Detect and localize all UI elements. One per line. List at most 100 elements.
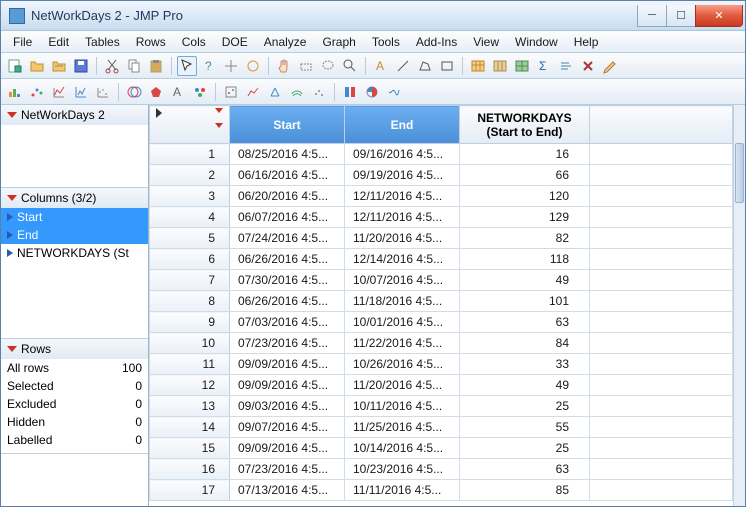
cell-blank[interactable]	[590, 333, 733, 354]
row-number[interactable]: 14	[150, 417, 230, 438]
help-tool-icon[interactable]: ?	[199, 56, 219, 76]
brush-tool-icon[interactable]	[296, 56, 316, 76]
col-disclosure-icon[interactable]	[215, 108, 223, 113]
window-minimize-button[interactable]: ─	[637, 5, 667, 27]
menu-cols[interactable]: Cols	[174, 33, 214, 51]
cell-networkdays[interactable]: 33	[460, 354, 590, 375]
scatterplot-3d-icon[interactable]	[265, 82, 285, 102]
menu-analyze[interactable]: Analyze	[256, 33, 315, 51]
menu-edit[interactable]: Edit	[40, 33, 77, 51]
cell-start[interactable]: 09/09/2016 4:5...	[230, 354, 345, 375]
table-row[interactable]: 1007/23/2016 4:5...11/22/2016 4:5...84	[150, 333, 733, 354]
table-row[interactable]: 806/26/2016 4:5...11/18/2016 4:5...101	[150, 291, 733, 312]
scatter-icon[interactable]	[27, 82, 47, 102]
cell-end[interactable]: 11/20/2016 4:5...	[345, 228, 460, 249]
new-table-icon[interactable]	[5, 56, 25, 76]
control-chart-icon[interactable]	[384, 82, 404, 102]
table-row[interactable]: 606/26/2016 4:5...12/14/2016 4:5...118	[150, 249, 733, 270]
column-header-end[interactable]: End	[345, 106, 460, 144]
cell-end[interactable]: 11/11/2016 4:5...	[345, 480, 460, 501]
row-number[interactable]: 6	[150, 249, 230, 270]
bubble-plot-icon[interactable]	[243, 82, 263, 102]
crosshair-tool-icon[interactable]	[221, 56, 241, 76]
row-stat[interactable]: All rows100	[1, 359, 148, 377]
cell-blank[interactable]	[590, 459, 733, 480]
row-number[interactable]: 15	[150, 438, 230, 459]
copy-icon[interactable]	[124, 56, 144, 76]
mixture-icon[interactable]	[362, 82, 382, 102]
cell-end[interactable]: 12/11/2016 4:5...	[345, 186, 460, 207]
cell-blank[interactable]	[590, 165, 733, 186]
cell-start[interactable]: 07/13/2016 4:5...	[230, 480, 345, 501]
excerpt-icon[interactable]	[556, 56, 576, 76]
cell-start[interactable]: 08/25/2016 4:5...	[230, 144, 345, 165]
line-tool-icon[interactable]	[393, 56, 413, 76]
cell-networkdays[interactable]: 63	[460, 459, 590, 480]
cell-blank[interactable]	[590, 312, 733, 333]
annotate-icon[interactable]: A	[371, 56, 391, 76]
column-header-blank[interactable]	[590, 106, 733, 144]
cell-start[interactable]: 06/16/2016 4:5...	[230, 165, 345, 186]
table-icon[interactable]	[468, 56, 488, 76]
graph-builder-icon[interactable]	[221, 82, 241, 102]
cell-start[interactable]: 07/23/2016 4:5...	[230, 459, 345, 480]
cell-blank[interactable]	[590, 417, 733, 438]
cell-networkdays[interactable]: 55	[460, 417, 590, 438]
cell-end[interactable]: 10/23/2016 4:5...	[345, 459, 460, 480]
rows-pane-header[interactable]: Rows	[1, 339, 148, 359]
cluster-icon[interactable]	[190, 82, 210, 102]
cell-end[interactable]: 10/11/2016 4:5...	[345, 396, 460, 417]
row-number[interactable]: 1	[150, 144, 230, 165]
cell-blank[interactable]	[590, 354, 733, 375]
row-number[interactable]: 4	[150, 207, 230, 228]
menu-window[interactable]: Window	[507, 33, 566, 51]
table-row[interactable]: 907/03/2016 4:5...10/01/2016 4:5...63	[150, 312, 733, 333]
cell-start[interactable]: 07/03/2016 4:5...	[230, 312, 345, 333]
cell-start[interactable]: 09/07/2016 4:5...	[230, 417, 345, 438]
row-number[interactable]: 17	[150, 480, 230, 501]
cell-end[interactable]: 11/25/2016 4:5...	[345, 417, 460, 438]
polygon-tool-icon[interactable]	[415, 56, 435, 76]
hand-tool-icon[interactable]	[274, 56, 294, 76]
cell-start[interactable]: 06/26/2016 4:5...	[230, 291, 345, 312]
table-row[interactable]: 1707/13/2016 4:5...11/11/2016 4:5...85	[150, 480, 733, 501]
table-row[interactable]: 1409/07/2016 4:5...11/25/2016 4:5...55	[150, 417, 733, 438]
tabulate-icon[interactable]	[71, 82, 91, 102]
cell-blank[interactable]	[590, 291, 733, 312]
cell-end[interactable]: 12/11/2016 4:5...	[345, 207, 460, 228]
row-number[interactable]: 9	[150, 312, 230, 333]
corner-header[interactable]	[150, 106, 230, 144]
column-item[interactable]: End	[1, 226, 148, 244]
distribution-icon[interactable]	[5, 82, 25, 102]
row-stat[interactable]: Labelled0	[1, 431, 148, 449]
cell-start[interactable]: 06/07/2016 4:5...	[230, 207, 345, 228]
paste-icon[interactable]	[146, 56, 166, 76]
column-item[interactable]: Start	[1, 208, 148, 226]
cell-networkdays[interactable]: 120	[460, 186, 590, 207]
table-row[interactable]: 206/16/2016 4:5...09/19/2016 4:5...66	[150, 165, 733, 186]
cell-networkdays[interactable]: 82	[460, 228, 590, 249]
table-row[interactable]: 306/20/2016 4:5...12/11/2016 4:5...120	[150, 186, 733, 207]
scrollbar-thumb[interactable]	[735, 143, 744, 203]
window-close-button[interactable]: ✕	[695, 5, 743, 27]
row-number[interactable]: 10	[150, 333, 230, 354]
table-row[interactable]: 1509/09/2016 4:5...10/14/2016 4:5...25	[150, 438, 733, 459]
cell-blank[interactable]	[590, 480, 733, 501]
cell-networkdays[interactable]: 49	[460, 270, 590, 291]
delete-icon[interactable]	[578, 56, 598, 76]
cell-end[interactable]: 09/16/2016 4:5...	[345, 144, 460, 165]
cell-networkdays[interactable]: 118	[460, 249, 590, 270]
column-header-networkdays[interactable]: NETWORKDAYS(Start to End)	[460, 106, 590, 144]
save-icon[interactable]	[71, 56, 91, 76]
cell-networkdays[interactable]: 63	[460, 312, 590, 333]
contour-icon[interactable]	[287, 82, 307, 102]
table-row[interactable]: 406/07/2016 4:5...12/11/2016 4:5...129	[150, 207, 733, 228]
table-row[interactable]: 1209/09/2016 4:5...11/20/2016 4:5...49	[150, 375, 733, 396]
cell-networkdays[interactable]: 49	[460, 375, 590, 396]
table-row[interactable]: 1309/03/2016 4:5...10/11/2016 4:5...25	[150, 396, 733, 417]
row-disclosure-icon[interactable]	[156, 108, 162, 118]
grid-icon[interactable]	[512, 56, 532, 76]
cell-blank[interactable]	[590, 186, 733, 207]
cell-networkdays[interactable]: 101	[460, 291, 590, 312]
cell-networkdays[interactable]: 84	[460, 333, 590, 354]
